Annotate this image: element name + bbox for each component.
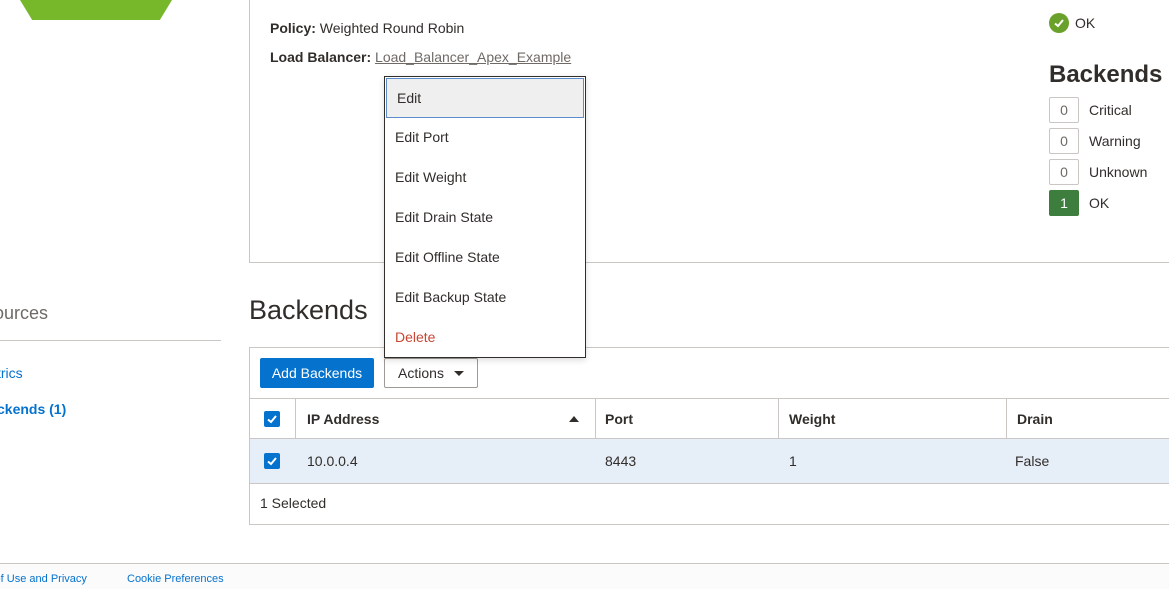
backends-section-title: Backends: [249, 295, 368, 325]
load-balancer-link[interactable]: Load_Balancer_Apex_Example: [375, 49, 571, 65]
column-header-port[interactable]: Port: [605, 399, 633, 438]
ok-count: 1: [1049, 190, 1079, 216]
column-header-drain[interactable]: Drain: [1017, 399, 1053, 438]
footer-link-terms[interactable]: s of Use and Privacy: [0, 573, 87, 585]
select-all-checkbox[interactable]: [264, 399, 280, 438]
sort-ascending-icon[interactable]: [569, 399, 579, 438]
cell-weight: 1: [789, 453, 797, 469]
health-row-warning: 0 Warning: [1049, 128, 1141, 154]
actions-menu: Edit Edit Port Edit Weight Edit Drain St…: [384, 76, 586, 358]
health-row-ok: 1 OK: [1049, 190, 1109, 216]
actions-dropdown-button[interactable]: Actions: [384, 358, 478, 388]
policy-label: Policy:: [270, 20, 316, 36]
cell-drain: False: [1015, 453, 1050, 469]
resources-divider: [0, 340, 221, 341]
menu-item-edit-drain-state[interactable]: Edit Drain State: [385, 197, 585, 237]
column-divider: [778, 399, 779, 438]
warning-count: 0: [1049, 128, 1079, 154]
footer-divider: [0, 563, 1169, 564]
policy-value: Weighted Round Robin: [319, 20, 465, 36]
sidebar-item-backends[interactable]: ckends (1): [0, 401, 66, 417]
column-divider: [1006, 399, 1007, 438]
checkbox-checked-icon: [264, 410, 280, 427]
load-balancer-label: Load Balancer:: [270, 49, 372, 65]
brand-logo-shape: [20, 0, 172, 20]
check-circle-icon: [1049, 13, 1069, 33]
menu-item-edit-backup-state[interactable]: Edit Backup State: [385, 277, 585, 317]
resources-heading: ources: [0, 303, 49, 323]
backends-health-title: Backends: [1049, 61, 1163, 88]
menu-item-edit-weight[interactable]: Edit Weight: [385, 157, 585, 197]
column-divider: [295, 399, 296, 438]
menu-item-delete[interactable]: Delete: [385, 317, 585, 357]
column-header-weight[interactable]: Weight: [789, 399, 835, 438]
status-indicator: OK: [1049, 13, 1095, 33]
critical-count: 0: [1049, 97, 1079, 123]
sidebar-item-metrics[interactable]: trics: [0, 365, 23, 381]
column-header-ip-address[interactable]: IP Address: [307, 399, 379, 438]
warning-label: Warning: [1089, 133, 1141, 149]
menu-item-edit[interactable]: Edit: [386, 78, 584, 118]
load-balancer-row: Load Balancer: Load_Balancer_Apex_Exampl…: [270, 49, 571, 65]
table-header: IP Address Port Weight Drain: [250, 398, 1169, 439]
health-row-critical: 0 Critical: [1049, 97, 1132, 123]
add-backends-button[interactable]: Add Backends: [260, 358, 374, 388]
unknown-count: 0: [1049, 159, 1079, 185]
caret-down-icon: [453, 370, 464, 376]
checkbox-checked-icon: [264, 453, 280, 469]
menu-item-edit-port[interactable]: Edit Port: [385, 117, 585, 157]
table-row[interactable]: 10.0.0.4 8443 1 False: [250, 439, 1169, 484]
critical-label: Critical: [1089, 102, 1132, 118]
cell-port: 8443: [605, 453, 637, 469]
unknown-label: Unknown: [1089, 164, 1148, 180]
cell-ip-address: 10.0.0.4: [307, 453, 358, 469]
row-checkbox[interactable]: [264, 439, 280, 483]
column-divider: [595, 399, 596, 438]
status-text: OK: [1075, 15, 1096, 31]
selected-count: 1 Selected: [260, 495, 327, 511]
menu-item-edit-offline-state[interactable]: Edit Offline State: [385, 237, 585, 277]
actions-label: Actions: [398, 365, 444, 381]
health-row-unknown: 0 Unknown: [1049, 159, 1147, 185]
policy-row: Policy: Weighted Round Robin: [270, 20, 464, 36]
footer-link-cookie-preferences[interactable]: Cookie Preferences: [127, 573, 224, 585]
ok-label: OK: [1089, 195, 1110, 211]
